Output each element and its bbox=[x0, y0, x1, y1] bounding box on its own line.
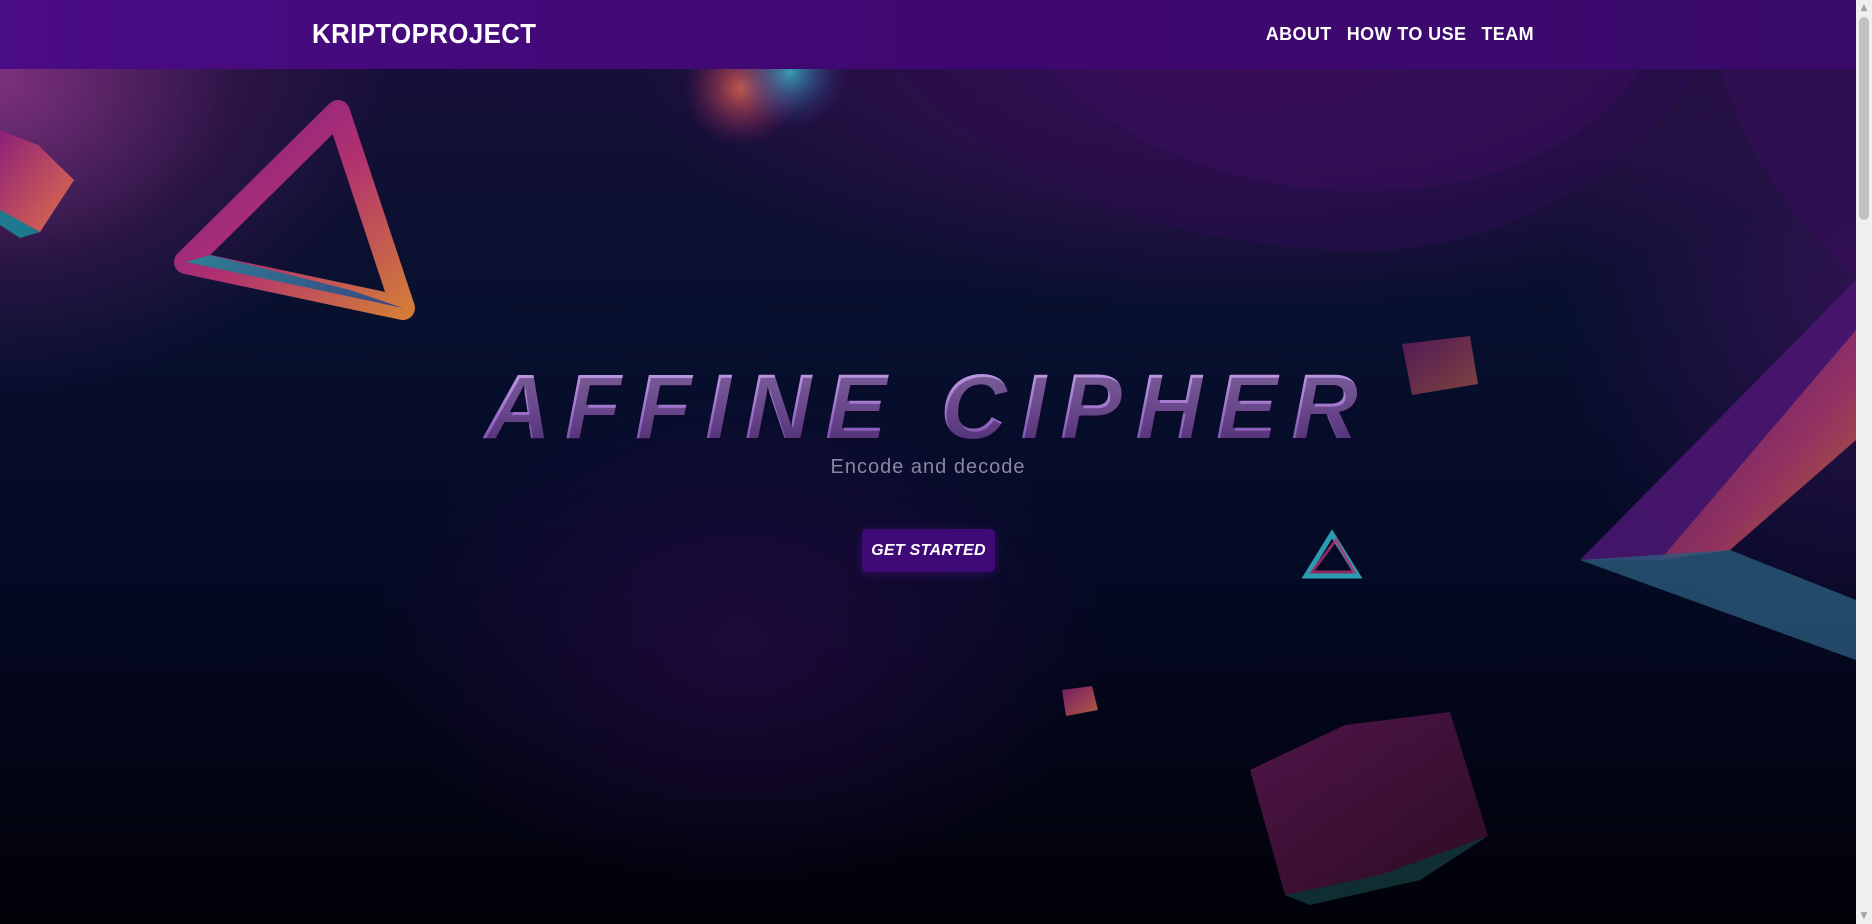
nav-links: ABOUT HOW TO USE TEAM bbox=[1266, 24, 1534, 45]
navbar: KRIPTOPROJECT ABOUT HOW TO USE TEAM bbox=[0, 0, 1856, 69]
nav-link-team[interactable]: TEAM bbox=[1481, 24, 1534, 45]
scrollbar[interactable]: ▲ ▼ bbox=[1856, 0, 1872, 924]
brand-logo[interactable]: KRIPTOPROJECT bbox=[312, 18, 537, 50]
scroll-down-icon[interactable]: ▼ bbox=[1856, 908, 1872, 924]
triangle-shape bbox=[1580, 550, 1856, 660]
page-background: KRIPTOPROJECT ABOUT HOW TO USE TEAM AFFI… bbox=[0, 0, 1856, 924]
scrollbar-thumb[interactable] bbox=[1859, 17, 1869, 220]
nav-link-about[interactable]: ABOUT bbox=[1266, 24, 1332, 45]
wave-shape bbox=[1720, 69, 1856, 280]
get-started-button[interactable]: GET STARTED bbox=[862, 529, 995, 572]
nav-link-how-to-use[interactable]: HOW TO USE bbox=[1347, 24, 1467, 45]
cube-shape bbox=[1062, 686, 1098, 716]
cube-shape bbox=[1250, 712, 1488, 895]
hero-subtitle: Encode and decode bbox=[830, 456, 1026, 478]
hero-title: AFFINE CIPHER bbox=[0, 355, 1856, 460]
scroll-up-icon[interactable]: ▲ bbox=[1856, 0, 1872, 16]
triangle-shape bbox=[186, 255, 403, 308]
